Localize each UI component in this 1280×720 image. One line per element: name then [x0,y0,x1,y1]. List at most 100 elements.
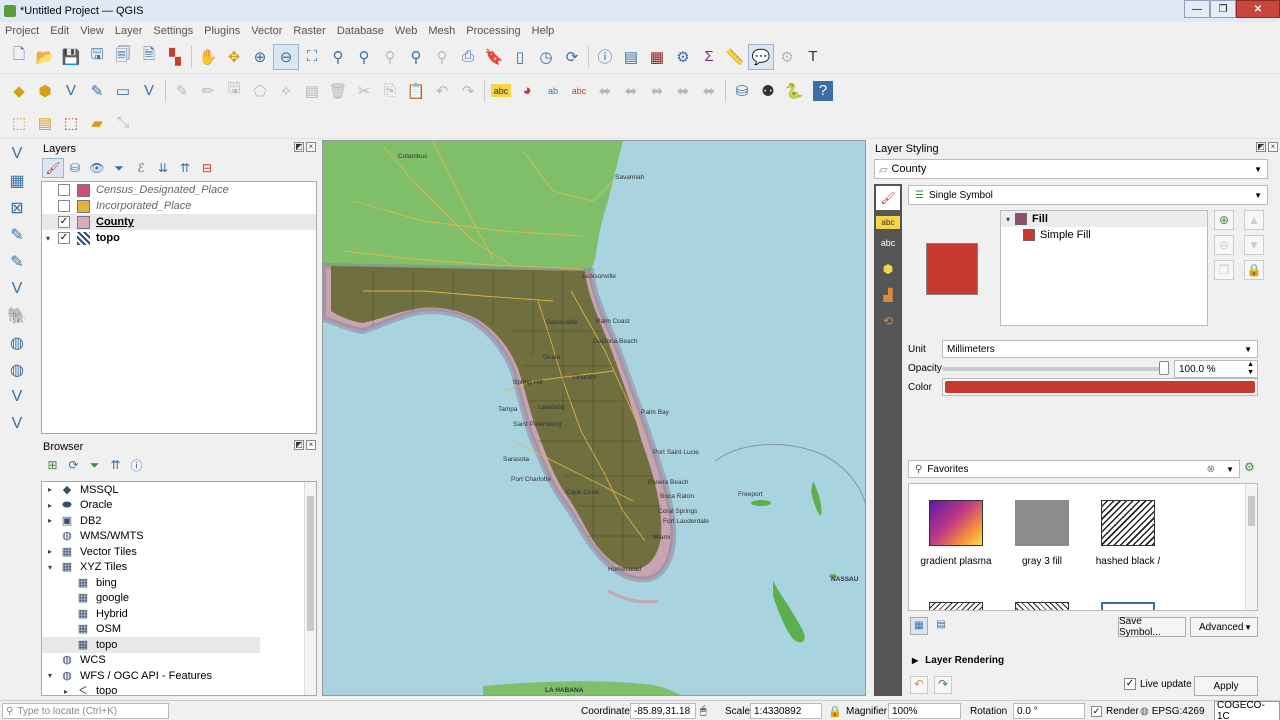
browser-item[interactable]: ▸ ▣ DB2 [42,513,316,529]
label-property-icon[interactable]: ⬌ [696,78,722,104]
layer-row-topo[interactable]: ▾ ✓ topo [42,230,316,246]
minimize-button[interactable]: — [1184,0,1210,18]
label-show-hide-icon[interactable]: ⬌ [670,78,696,104]
save-edits-icon[interactable]: 🖫 [221,78,247,104]
magnifier-spinbox[interactable]: 100% [888,703,961,719]
close-button[interactable]: ✕ [1236,0,1280,18]
close-panel-icon[interactable]: × [306,440,316,450]
expand-arrow-icon[interactable]: ▶ [912,656,918,665]
opacity-slider[interactable] [942,367,1168,371]
coordinate-field[interactable]: -85.89,31.18 [630,703,696,719]
add-vector-icon[interactable]: V [2,140,32,167]
expand-arrow-icon[interactable]: ▾ [42,234,54,243]
undo-style-icon[interactable]: ↶ [910,676,928,694]
apply-button[interactable]: Apply [1194,676,1258,696]
refresh-browser-icon[interactable]: ⟳ [63,456,84,474]
statistics-summary-icon[interactable]: Σ [696,44,722,70]
browser-item[interactable]: ◍ WMS/WMTS [42,529,316,545]
delete-selected-icon[interactable]: 🗑 [325,78,351,104]
toggle-editing-icon[interactable]: ✏ [195,78,221,104]
filter-browser-icon[interactable]: ⏷ [84,456,105,474]
move-feature-icon[interactable]: ⤡ [110,110,136,136]
menu-vector[interactable]: Vector [246,25,288,37]
browser-item[interactable]: ▾ ▦ XYZ Tiles [42,560,316,576]
float-panel-icon[interactable]: ◩ [294,440,304,450]
save-symbol-button[interactable]: Save Symbol... [1118,616,1186,638]
add-spatialite-icon[interactable]: ✎ [2,221,32,248]
redo-style-icon[interactable]: ↷ [934,676,952,694]
menu-help[interactable]: Help [527,25,561,37]
move-up-icon[interactable]: ▲ [1244,210,1264,230]
menu-processing[interactable]: Processing [461,25,526,37]
print-layout-icon[interactable]: 🗐 [110,44,136,70]
symbol-hashed-black[interactable]: hashed black / [1087,500,1169,567]
style-manager-icon[interactable]: ▚ [162,44,188,70]
close-panel-icon[interactable]: × [1268,142,1278,152]
copy-features-icon[interactable]: ⎘ [377,78,403,104]
zoom-last-icon[interactable]: ⚲ [429,44,455,70]
add-feature-icon[interactable]: ⬠ [247,78,273,104]
python-console-icon[interactable]: 🐍 [781,78,807,104]
menu-project[interactable]: Project [0,25,45,37]
select-by-value-icon[interactable]: ▤ [32,110,58,136]
symbol-search-field[interactable]: ⚲ Favorites ⊗ ▼ [908,460,1240,478]
layer-row-incorporated[interactable]: Incorporated_Place [42,198,316,214]
menu-edit[interactable]: Edit [45,25,75,37]
browser-item[interactable]: ▾ ◍ WFS / OGC API - Features [42,668,316,684]
menu-view[interactable]: View [75,25,110,37]
masks-tab-icon[interactable]: abc [876,231,900,255]
toggle-extents-icon[interactable]: 🖱 [700,703,707,719]
add-delimited-icon[interactable]: ✎ [2,248,32,275]
layer-visibility-checkbox[interactable] [58,200,70,212]
maximize-button[interactable]: ❐ [1210,0,1236,18]
add-virtual-layer-icon[interactable]: V [136,78,162,104]
live-update-checkbox[interactable]: ✓ Live update [1124,678,1192,690]
zoom-out-icon[interactable]: ⊖ [273,43,299,70]
collapse-browser-icon[interactable]: ⇈ [105,456,126,474]
layer-row-census[interactable]: Census_Designated_Place [42,182,316,198]
zoom-layer-icon[interactable]: ⚲ [377,44,403,70]
add-arcgis-icon[interactable]: V [2,410,32,437]
rotation-spinbox[interactable]: 0.0 ° [1013,703,1085,719]
expand-arrow-icon[interactable]: ▾ [44,563,56,572]
new-map-view-icon[interactable]: ⎙ [455,44,481,70]
map-canvas[interactable]: Columbus Savannah Jacksonville Gainesvil… [322,140,866,696]
diagrams-tab-icon[interactable]: ▟ [876,283,900,307]
browser-item[interactable]: ▸ ◆ MSSQL [42,482,316,498]
map-tips-icon[interactable]: 💬 [748,43,774,70]
favorites-scrollbar[interactable] [1245,484,1257,610]
add-virtual-icon[interactable]: V [2,275,32,302]
filter-expression-icon[interactable]: ℰ [130,158,152,178]
add-mesh-icon[interactable]: ⊠ [2,194,32,221]
render-checkbox[interactable]: ✓ Render [1091,703,1139,719]
layer-visibility-checkbox[interactable] [58,184,70,196]
layer-combo[interactable]: ▱ County ▼ [874,159,1268,179]
text-annotation-icon[interactable]: T [800,44,826,70]
add-vector-layer-icon[interactable]: V [58,78,84,104]
labels-tab-icon[interactable]: abc [876,216,900,229]
field-calculator-icon[interactable]: ▦ [644,44,670,70]
move-down-icon[interactable]: ▼ [1244,235,1264,255]
browser-item[interactable]: ▸ ⬬ Oracle [42,498,316,514]
data-source-manager-icon[interactable]: ◆ [6,78,32,104]
symbol-gradient-plasma[interactable]: gradient plasma [915,500,997,567]
expand-arrow-icon[interactable]: ▸ [60,687,72,695]
identify-features-icon[interactable]: ⓘ [592,44,618,70]
layer-labeling-icon[interactable]: abc [491,84,511,97]
layer-row-county[interactable]: ✓ County [42,214,316,230]
cut-features-icon[interactable]: ✂ [351,78,377,104]
add-raster-layer-icon[interactable]: ▦ [2,167,32,194]
add-wfs-icon[interactable]: V [2,383,32,410]
clear-search-icon[interactable]: ⊗ [1207,464,1215,475]
database-icon[interactable]: ⛁ [729,78,755,104]
new-project-icon[interactable]: 🗋 [6,44,32,70]
browser-item[interactable]: ▸ ▦ Vector Tiles [42,544,316,560]
layout-manager-icon[interactable]: 🗎 [136,44,162,70]
history-tab-icon[interactable]: ⟲ [876,309,900,333]
icon-view-icon[interactable]: ▦ [910,617,928,635]
deselect-all-icon[interactable]: ⬚ [58,110,84,136]
renderer-combo[interactable]: ☰ Single Symbol ▼ [908,185,1268,205]
opacity-slider-handle[interactable] [1159,361,1169,375]
unit-combo[interactable]: Millimeters ▼ [942,340,1258,358]
expand-all-icon[interactable]: ⇊ [152,158,174,178]
